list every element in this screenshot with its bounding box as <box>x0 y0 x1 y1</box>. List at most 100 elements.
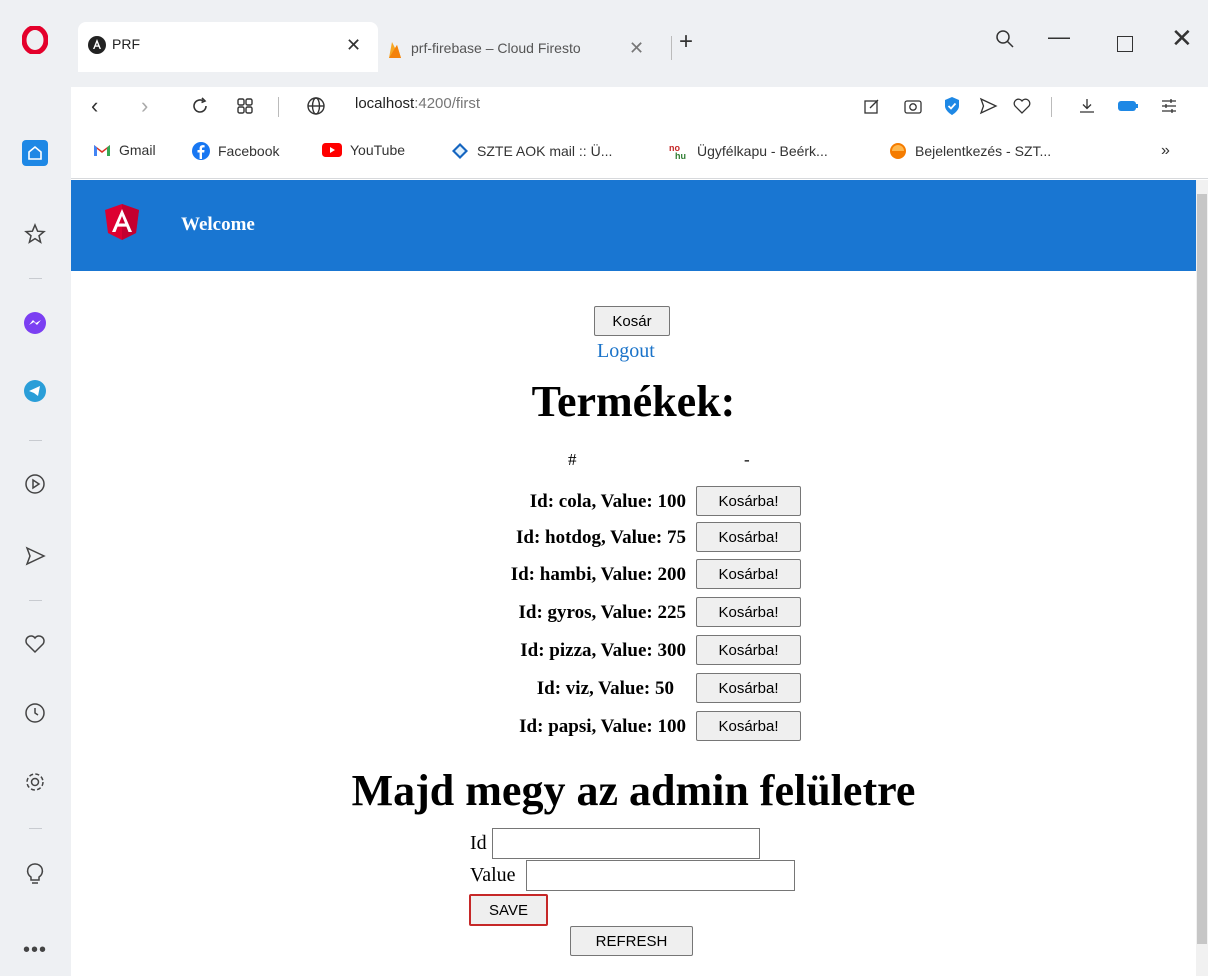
bookmark-gmail[interactable]: Gmail <box>93 142 156 158</box>
reload-icon[interactable] <box>189 95 211 117</box>
bookmark-label: Gmail <box>119 142 156 158</box>
back-icon[interactable]: ‹ <box>91 95 98 117</box>
bookmark-facebook[interactable]: Facebook <box>192 142 279 160</box>
bookmark-label: SZTE AOK mail :: Ü... <box>477 143 613 159</box>
tab-firebase[interactable]: prf-firebase – Cloud Firesto ✕ <box>383 36 683 66</box>
product-row: Id: gyros, Value: 225 Kosárba! <box>71 595 1196 629</box>
opera-logo-icon[interactable] <box>19 24 51 56</box>
bookmark-heart-icon[interactable] <box>1011 95 1033 117</box>
search-tabs-icon[interactable] <box>995 29 1015 54</box>
save-button[interactable]: SAVE <box>469 894 548 926</box>
table-header-number: # <box>568 450 577 469</box>
bookmark-bejelentkezes[interactable]: Bejelentkezés - SZT... <box>889 142 1051 160</box>
home-icon[interactable] <box>22 140 48 166</box>
sidebar-divider <box>29 278 42 279</box>
minimize-icon[interactable]: — <box>1048 24 1070 50</box>
add-to-cart-button[interactable]: Kosárba! <box>696 673 801 703</box>
szte-mail-icon <box>452 143 468 159</box>
close-tab-icon[interactable]: ✕ <box>346 36 361 54</box>
product-label: Id: viz, Value: 50 <box>536 678 674 699</box>
more-icon[interactable]: ••• <box>19 934 51 966</box>
tiles-icon[interactable] <box>234 95 256 117</box>
battery-saver-icon[interactable] <box>1117 95 1139 117</box>
snapshot-icon[interactable] <box>902 95 924 117</box>
lightbulb-icon[interactable] <box>19 858 51 890</box>
sidebar-divider <box>29 828 42 829</box>
bookmarks-bar: Gmail Facebook YouTube SZTE AOK mail :: … <box>71 127 1208 179</box>
new-tab-icon[interactable]: + <box>679 30 693 54</box>
cart-button[interactable]: Kosár <box>594 306 670 336</box>
product-row: Id: viz, Value: 50 Kosárba! <box>71 671 1196 705</box>
close-tab-icon[interactable]: ✕ <box>629 38 644 59</box>
svg-text:hu: hu <box>675 151 686 160</box>
facebook-icon <box>192 142 210 160</box>
bookmark-label: Ügyfélkapu - Beérk... <box>697 143 828 159</box>
sidebar-divider <box>29 440 42 441</box>
product-label: Id: cola, Value: 100 <box>529 491 686 512</box>
logout-link[interactable]: Logout <box>597 340 655 363</box>
app-toolbar: Welcome <box>71 180 1196 271</box>
send-icon[interactable] <box>19 540 51 572</box>
star-icon[interactable] <box>19 218 51 250</box>
ugyfelkapu-icon: nohu <box>669 143 686 160</box>
telegram-icon[interactable] <box>19 375 51 407</box>
bookmark-label: YouTube <box>350 142 406 158</box>
bookmark-label: Bejelentkezés - SZT... <box>915 143 1052 159</box>
heart-icon[interactable] <box>19 628 51 660</box>
bejelentkezes-icon <box>890 143 906 159</box>
product-row: Id: hotdog, Value: 75 Kosárba! <box>71 520 1196 554</box>
settings-icon[interactable] <box>19 766 51 798</box>
messenger-icon[interactable] <box>19 307 51 339</box>
product-label: Id: pizza, Value: 300 <box>520 640 686 661</box>
page-scrollbar[interactable] <box>1196 180 1208 976</box>
scrollbar-thumb[interactable] <box>1197 194 1207 944</box>
url-host: localhost <box>355 95 415 112</box>
product-label: Id: gyros, Value: 225 <box>518 602 686 623</box>
refresh-button[interactable]: REFRESH <box>570 926 693 956</box>
download-icon[interactable] <box>1076 95 1098 117</box>
bookmark-szte-mail[interactable]: SZTE AOK mail :: Ü... <box>451 142 612 160</box>
maximize-icon[interactable] <box>1117 36 1133 52</box>
forward-icon[interactable]: › <box>141 95 148 117</box>
product-row: Id: cola, Value: 100 Kosárba! <box>71 484 1196 518</box>
product-label: Id: papsi, Value: 100 <box>519 716 686 737</box>
bookmark-label: Facebook <box>218 143 280 159</box>
add-to-cart-button[interactable]: Kosárba! <box>696 486 801 516</box>
product-label: Id: hotdog, Value: 75 <box>516 527 686 548</box>
globe-icon[interactable] <box>305 95 327 117</box>
history-icon[interactable] <box>19 697 51 729</box>
url-path: :4200/first <box>414 95 481 112</box>
edit-page-icon[interactable] <box>861 95 883 117</box>
tab-title: prf-firebase – Cloud Firesto <box>411 40 581 56</box>
add-to-cart-button[interactable]: Kosárba! <box>696 597 801 627</box>
angular-favicon-icon <box>88 36 106 59</box>
tab-title: PRF <box>112 36 140 52</box>
bookmark-ugyfelkapu[interactable]: no hu Ügyfélkapu - Beérk... <box>669 142 828 160</box>
easy-setup-icon[interactable] <box>1158 95 1180 117</box>
id-label: Id <box>470 832 487 854</box>
toolbar-divider <box>1051 97 1052 117</box>
bookmark-youtube[interactable]: YouTube <box>322 142 405 158</box>
id-input[interactable] <box>492 828 760 859</box>
bookmarks-more[interactable]: » <box>1161 142 1170 160</box>
add-to-cart-button[interactable]: Kosárba! <box>696 522 801 552</box>
window-close-icon[interactable]: ✕ <box>1171 25 1193 51</box>
gmail-icon <box>94 145 110 156</box>
table-header-action: - <box>744 450 750 469</box>
admin-heading: Majd megy az admin felületre <box>351 766 916 815</box>
tab-prf[interactable]: PRF ✕ <box>78 22 378 72</box>
app-title: Welcome <box>181 214 255 235</box>
flow-send-icon[interactable] <box>977 95 999 117</box>
vpn-shield-icon[interactable] <box>941 95 963 117</box>
opera-sidebar: ••• <box>0 0 71 976</box>
product-row: Id: hambi, Value: 200 Kosárba! <box>71 557 1196 591</box>
player-icon[interactable] <box>19 468 51 500</box>
url-field[interactable]: localhost:4200/first <box>355 95 480 112</box>
add-to-cart-button[interactable]: Kosárba! <box>696 711 801 741</box>
products-heading: Termékek: <box>531 377 736 426</box>
value-label: Value <box>470 864 516 886</box>
add-to-cart-button[interactable]: Kosárba! <box>696 635 801 665</box>
add-to-cart-button[interactable]: Kosárba! <box>696 559 801 589</box>
value-input[interactable] <box>526 860 795 891</box>
sidebar-divider <box>29 600 42 601</box>
